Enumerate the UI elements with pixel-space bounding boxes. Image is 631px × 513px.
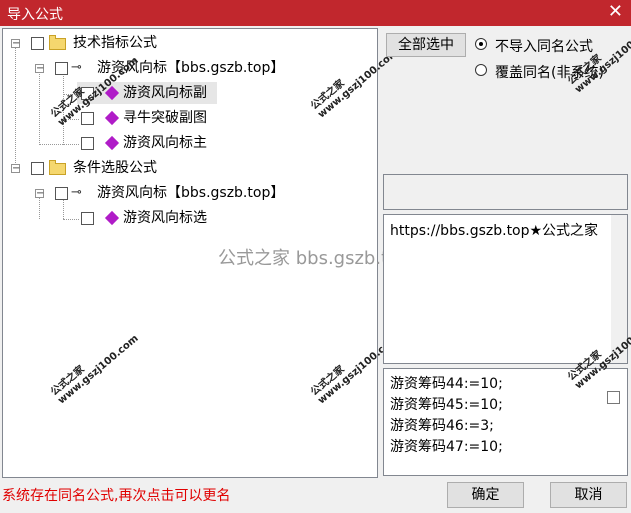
item-label: 游资风向标主 [123, 135, 207, 151]
item-checkbox[interactable] [81, 112, 94, 125]
window-title: 导入公式 [7, 7, 63, 23]
radio-label: 不导入同名公式 [495, 39, 593, 55]
code-panel[interactable]: 游资筹码44:=10; 游资筹码45:=10; 游资筹码46:=3; 游资筹码4… [383, 368, 628, 476]
collapse-icon[interactable]: − [35, 64, 44, 74]
collapse-icon[interactable]: − [11, 39, 20, 49]
key-icon: ⊸ [71, 185, 82, 200]
ok-button[interactable]: 确定 [447, 482, 524, 508]
close-icon[interactable]: ✕ [608, 1, 623, 22]
tree-item[interactable]: 游资风向标主 [77, 132, 217, 154]
node-checkbox[interactable] [55, 187, 68, 200]
description-panel[interactable]: https://bbs.gszb.top★公式之家 [383, 214, 628, 364]
status-message: 系统存在同名公式,再次点击可以更名 [2, 488, 231, 504]
tree-node-formula[interactable]: − ⊸ 游资风向标【bbs.gszb.top】 [3, 57, 373, 79]
title-bar: 导入公式 ✕ [0, 0, 631, 26]
node-label: 游资风向标【bbs.gszb.top】 [97, 185, 285, 201]
tree-line [39, 71, 40, 143]
folder-icon [49, 160, 66, 175]
description-text: https://bbs.gszb.top★公式之家 [390, 223, 599, 239]
collapse-icon[interactable]: − [11, 164, 20, 174]
tree-item[interactable]: 寻牛突破副图 [77, 107, 217, 129]
tree-node-tech-indicators[interactable]: − 技术指标公式 [3, 32, 373, 54]
watermark: 公式之家 www.gszj100.com [49, 333, 141, 407]
tree-line [39, 144, 63, 145]
radio-selected-icon[interactable] [475, 38, 487, 50]
code-line: 游资筹码47:=10; [390, 439, 503, 455]
select-all-button[interactable]: 全部选中 [386, 33, 466, 57]
tree-item[interactable]: 游资风向标选 [77, 207, 217, 229]
tree-node-formula[interactable]: − ⊸ 游资风向标【bbs.gszb.top】 [3, 182, 373, 204]
item-label: 寻牛突破副图 [123, 110, 207, 126]
code-line: 游资筹码45:=10; [390, 397, 503, 413]
code-line: 游资筹码46:=3; [390, 418, 494, 434]
formula-gem-icon [104, 135, 120, 151]
key-icon: ⊸ [71, 60, 82, 75]
node-checkbox[interactable] [55, 62, 68, 75]
item-label: 游资风向标副 [123, 85, 207, 101]
cancel-button[interactable]: 取消 [550, 482, 627, 508]
node-checkbox[interactable] [31, 162, 44, 175]
folder-icon [49, 35, 66, 50]
formula-name-field[interactable] [383, 174, 628, 210]
formula-gem-icon [104, 210, 120, 226]
item-label: 游资风向标选 [123, 210, 207, 226]
formula-gem-icon [104, 110, 120, 126]
item-checkbox[interactable] [81, 137, 94, 150]
node-label: 条件选股公式 [73, 160, 157, 176]
node-checkbox[interactable] [31, 37, 44, 50]
code-line: 游资筹码44:=10; [390, 376, 503, 392]
center-watermark: 公式之家 bbs.gszb.top [218, 248, 411, 269]
item-checkbox[interactable] [81, 212, 94, 225]
tree-node-stock-selection[interactable]: − 条件选股公式 [3, 157, 373, 179]
radio-unselected-icon[interactable] [475, 64, 487, 76]
collapse-icon[interactable]: − [35, 189, 44, 199]
code-checkbox[interactable] [607, 391, 620, 404]
